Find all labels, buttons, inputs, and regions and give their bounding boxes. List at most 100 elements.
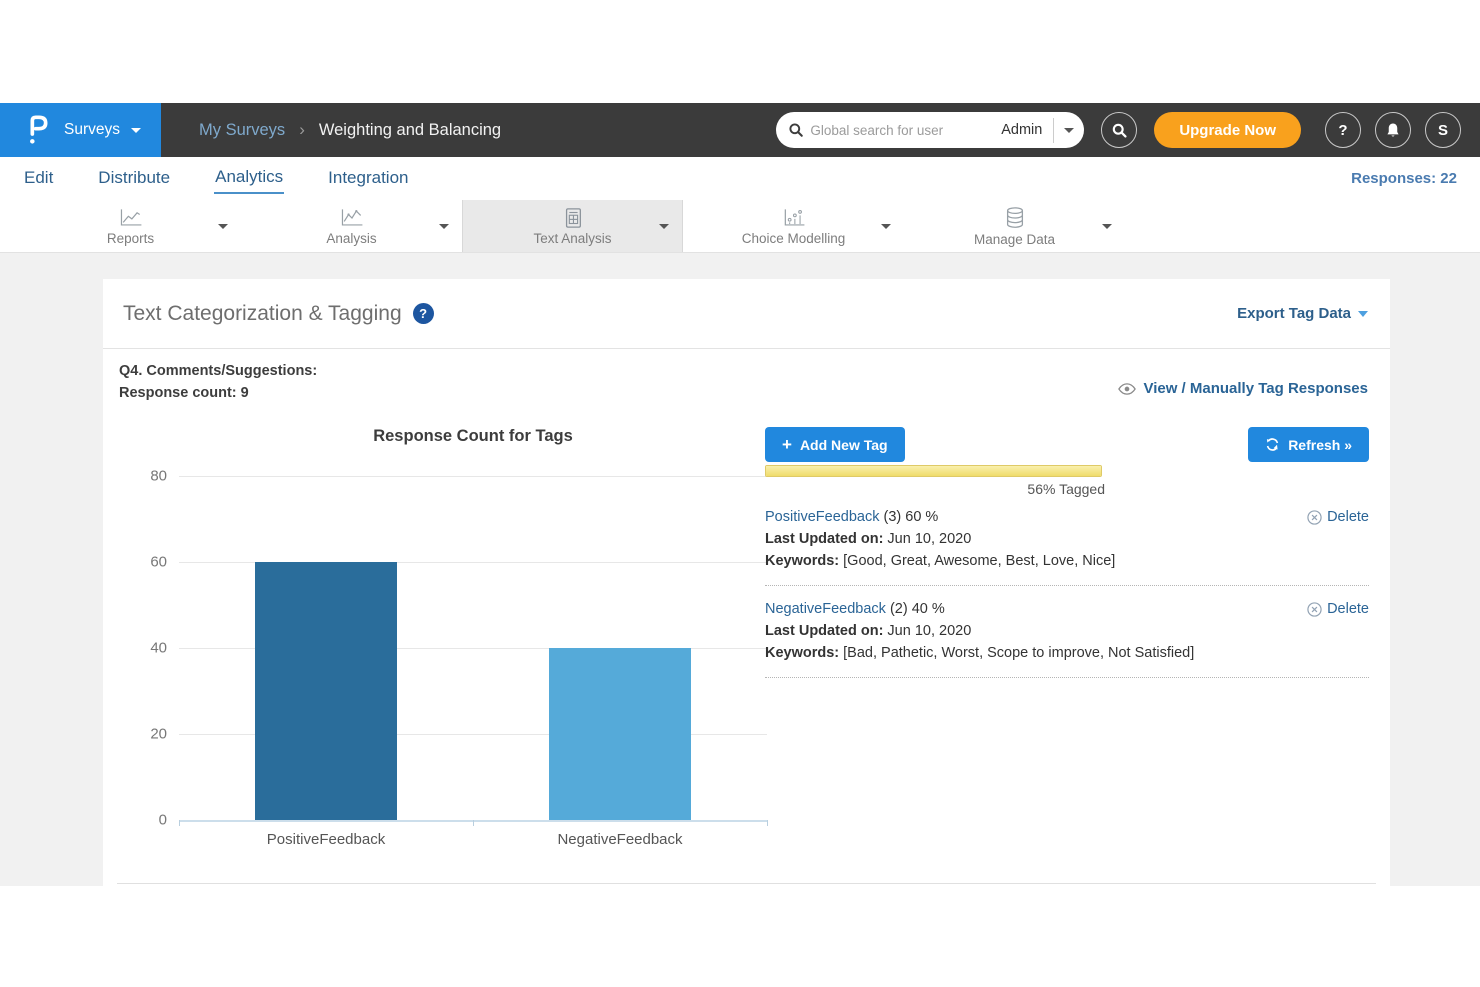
divider xyxy=(765,585,1369,586)
tag-percent: 60 % xyxy=(905,509,938,525)
export-tag-data-dropdown[interactable]: Export Tag Data xyxy=(1237,305,1368,322)
question-row: Q4. Comments/Suggestions: Response count… xyxy=(103,349,1390,404)
text-analysis-icon xyxy=(561,207,585,229)
nav-item-edit[interactable]: Edit xyxy=(23,165,54,193)
tab-label: Reports xyxy=(107,231,154,246)
tab-analysis[interactable]: Analysis xyxy=(241,200,462,252)
nav-item-analytics[interactable]: Analytics xyxy=(214,164,284,194)
bar-chart-plot: 020406080PositiveFeedbackNegativeFeedbac… xyxy=(179,476,767,822)
bar-NegativeFeedback[interactable] xyxy=(549,648,691,820)
tab-dropdown-caret[interactable] xyxy=(1102,224,1112,229)
tab-choice-modelling[interactable]: Choice Modelling xyxy=(683,200,904,252)
circle-x-icon xyxy=(1307,510,1322,525)
tag-item: PositiveFeedback (3) 60 % Last Updated o… xyxy=(765,506,1369,572)
chevron-down-icon xyxy=(1358,311,1368,317)
tab-label: Text Analysis xyxy=(533,231,611,246)
content-area: Text Categorization & Tagging ? Export T… xyxy=(0,253,1480,886)
tab-manage-data[interactable]: Manage Data xyxy=(904,200,1125,252)
search-button[interactable] xyxy=(1101,112,1137,148)
tagged-percent-label: 56% Tagged xyxy=(765,481,1105,497)
bar-slot xyxy=(473,476,767,820)
add-new-tag-button[interactable]: + Add New Tag xyxy=(765,427,905,462)
divider xyxy=(765,677,1369,678)
view-manually-tag-link[interactable]: View / Manually Tag Responses xyxy=(1118,380,1368,397)
bars xyxy=(179,476,767,820)
tagged-progress-fill xyxy=(766,466,1101,476)
question-info: Q4. Comments/Suggestions: Response count… xyxy=(119,360,317,404)
search-scope-dropdown[interactable] xyxy=(1054,112,1084,148)
x-axis-tick xyxy=(179,820,180,826)
search-icon xyxy=(788,122,804,138)
product-menu[interactable]: Surveys xyxy=(0,103,161,157)
refresh-label: Refresh » xyxy=(1288,437,1352,453)
tab-reports[interactable]: Reports xyxy=(20,200,241,252)
tag-keywords-line: Keywords:[Bad, Pathetic, Worst, Scope to… xyxy=(765,642,1369,664)
tag-keywords-label: Keywords: xyxy=(765,553,839,569)
breadcrumb-separator: › xyxy=(299,120,305,140)
tag-updated-label: Last Updated on: xyxy=(765,531,883,547)
text-categorization-panel: Text Categorization & Tagging ? Export T… xyxy=(103,279,1390,886)
tag-updated-line: Last Updated on:Jun 10, 2020 xyxy=(765,620,1369,642)
divider xyxy=(117,883,1376,884)
y-axis-tick-label: 80 xyxy=(127,468,167,485)
bar-PositiveFeedback[interactable] xyxy=(255,562,397,820)
bell-icon xyxy=(1385,122,1401,139)
tab-label: Analysis xyxy=(326,231,376,246)
tab-dropdown-caret[interactable] xyxy=(218,224,228,229)
tab-text-analysis[interactable]: Text Analysis xyxy=(462,200,683,252)
analytics-toolbar: Reports Analysis Text Analysis xyxy=(0,200,1480,253)
scatter-chart-icon xyxy=(781,207,807,229)
bar-slot xyxy=(179,476,473,820)
plus-icon: + xyxy=(782,436,792,453)
tab-dropdown-caret[interactable] xyxy=(439,224,449,229)
help-button[interactable]: ? xyxy=(1325,112,1361,148)
upgrade-now-button[interactable]: Upgrade Now xyxy=(1154,112,1301,148)
help-icon[interactable]: ? xyxy=(413,303,434,324)
tag-title-line: NegativeFeedback (2) 40 % xyxy=(765,598,1369,620)
tag-item: NegativeFeedback (2) 40 % Last Updated o… xyxy=(765,598,1369,664)
tag-keywords-value: [Good, Great, Awesome, Best, Love, Nice] xyxy=(843,553,1115,569)
top-navbar: Surveys My Surveys › Weighting and Balan… xyxy=(0,103,1480,157)
breadcrumb-parent-link[interactable]: My Surveys xyxy=(199,121,285,140)
search-input[interactable] xyxy=(804,123,1001,138)
question-label: Q4. Comments/Suggestions: xyxy=(119,360,317,382)
nav-item-distribute[interactable]: Distribute xyxy=(97,165,171,193)
delete-tag-link[interactable]: Delete xyxy=(1307,506,1369,528)
tag-updated-label: Last Updated on: xyxy=(765,623,883,639)
notifications-button[interactable] xyxy=(1375,112,1411,148)
search-scope-label: Admin xyxy=(1001,122,1053,138)
bar-chart: Response Count for Tags 020406080Positiv… xyxy=(117,419,769,874)
tagged-progress-bar xyxy=(765,465,1102,477)
x-axis-labels: PositiveFeedbackNegativeFeedback xyxy=(179,831,767,848)
add-new-tag-label: Add New Tag xyxy=(800,437,888,453)
tab-dropdown-caret[interactable] xyxy=(881,224,891,229)
tag-name-link[interactable]: NegativeFeedback xyxy=(765,601,886,617)
nav-item-integration[interactable]: Integration xyxy=(327,165,409,193)
tag-percent: 40 % xyxy=(912,601,945,617)
tag-updated-value: Jun 10, 2020 xyxy=(887,623,971,639)
response-count-label: Response count: 9 xyxy=(119,382,317,404)
chevron-down-icon xyxy=(131,128,141,133)
search-icon xyxy=(1111,122,1128,139)
page-title: Text Categorization & Tagging xyxy=(123,302,402,326)
breadcrumb: My Surveys › Weighting and Balancing xyxy=(199,120,501,140)
tab-label: Choice Modelling xyxy=(742,231,846,246)
questionpro-logo-icon xyxy=(25,110,49,150)
y-axis-tick-label: 60 xyxy=(127,554,167,571)
tag-keywords-label: Keywords: xyxy=(765,645,839,661)
tags-column: + Add New Tag Refresh » 56% Tagged xyxy=(765,427,1369,690)
y-axis-tick-label: 0 xyxy=(127,812,167,829)
refresh-button[interactable]: Refresh » xyxy=(1248,427,1369,462)
navbar-actions: Admin Upgrade Now ? S xyxy=(776,112,1461,148)
analysis-chart-icon xyxy=(339,207,365,229)
tag-name-link[interactable]: PositiveFeedback xyxy=(765,509,879,525)
tag-count: (2) xyxy=(890,601,908,617)
survey-nav: Edit Distribute Analytics Integration Re… xyxy=(0,157,1480,200)
x-axis-tick xyxy=(767,820,768,826)
tag-title-line: PositiveFeedback (3) 60 % xyxy=(765,506,1369,528)
circle-x-icon xyxy=(1307,602,1322,617)
user-avatar[interactable]: S xyxy=(1425,112,1461,148)
chart-title: Response Count for Tags xyxy=(179,427,767,446)
tab-dropdown-caret[interactable] xyxy=(659,224,669,229)
delete-tag-link[interactable]: Delete xyxy=(1307,598,1369,620)
